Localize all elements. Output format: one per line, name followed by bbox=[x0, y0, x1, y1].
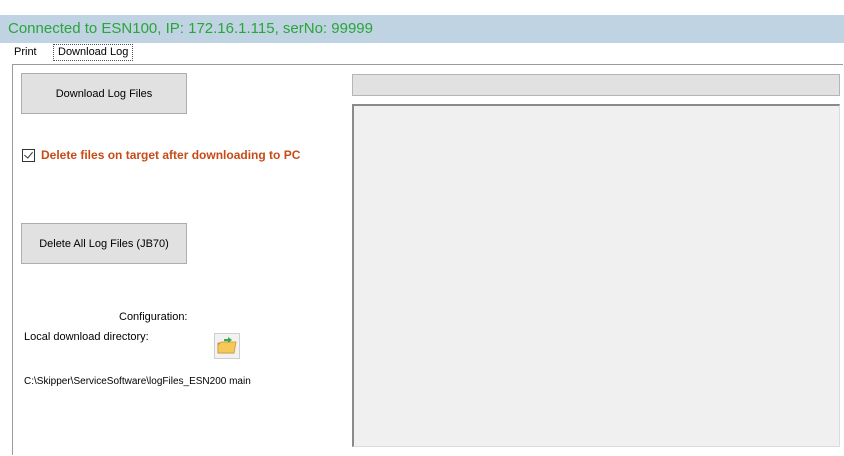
log-output-box[interactable] bbox=[352, 104, 840, 447]
status-bar: Connected to ESN100, IP: 172.16.1.115, s… bbox=[0, 0, 844, 43]
delete-files-checkbox[interactable] bbox=[22, 148, 35, 162]
delete-files-checkbox-row[interactable]: Delete files on target after downloading… bbox=[22, 147, 300, 163]
app-window: Connected to ESN100, IP: 172.16.1.115, s… bbox=[0, 0, 844, 456]
delete-all-log-files-button[interactable]: Delete All Log Files (JB70) bbox=[21, 223, 187, 264]
progress-field bbox=[352, 74, 840, 96]
connection-status: Connected to ESN100, IP: 172.16.1.115, s… bbox=[8, 20, 373, 37]
menu-bar: Print Download Log bbox=[0, 43, 844, 63]
browse-folder-button[interactable] bbox=[214, 333, 240, 359]
delete-files-label[interactable]: Delete files on target after downloading… bbox=[41, 148, 300, 162]
download-log-files-button[interactable]: Download Log Files bbox=[21, 73, 187, 114]
download-directory-path: C:\Skipper\ServiceSoftware\logFiles_ESN2… bbox=[24, 376, 251, 387]
local-download-directory-label: Local download directory: bbox=[24, 331, 149, 343]
configuration-label: Configuration: bbox=[119, 311, 188, 323]
menu-item-download-log[interactable]: Download Log bbox=[53, 44, 134, 61]
menu-item-print[interactable]: Print bbox=[14, 45, 37, 60]
download-log-panel: Download Log Files Delete files on targe… bbox=[12, 64, 843, 455]
check-icon bbox=[24, 148, 33, 159]
open-folder-icon bbox=[217, 337, 237, 354]
